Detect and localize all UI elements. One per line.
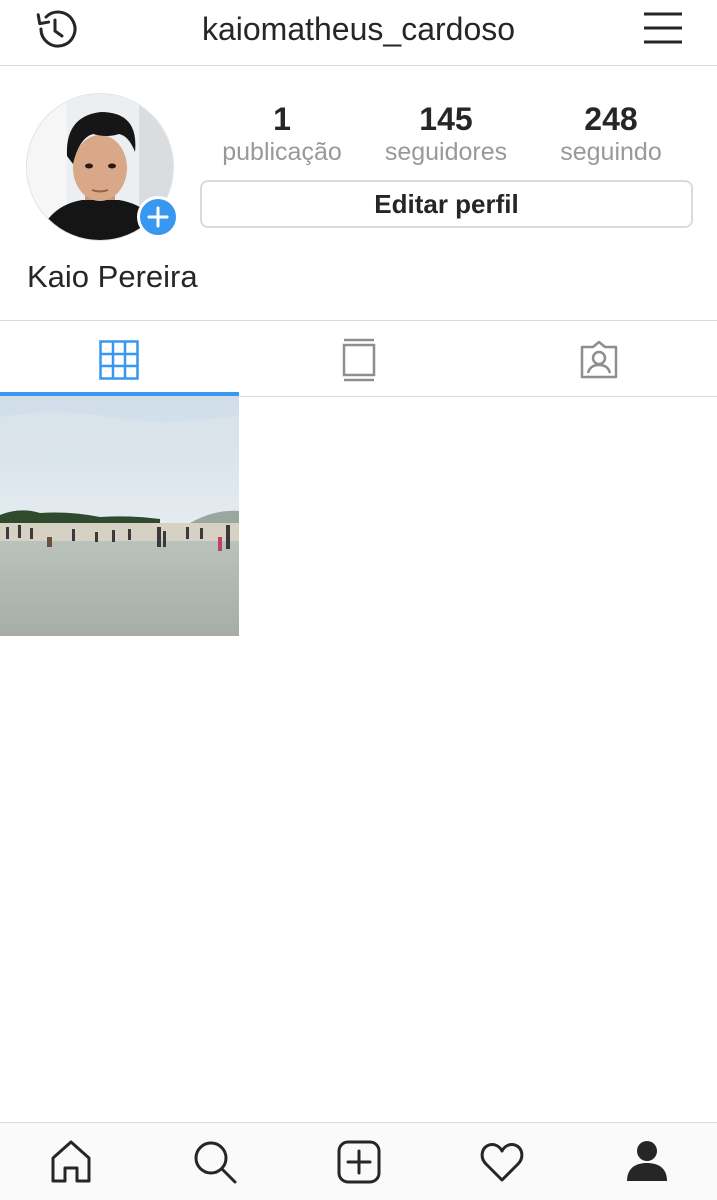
tab-feed[interactable] (239, 321, 478, 397)
stat-value: 248 (584, 101, 638, 137)
tab-grid[interactable] (0, 321, 239, 397)
heart-icon[interactable] (477, 1137, 527, 1187)
edit-profile-button[interactable]: Editar perfil (200, 180, 693, 228)
home-icon[interactable] (46, 1137, 96, 1187)
stat-value: 1 (273, 101, 291, 137)
grid-icon (99, 340, 139, 380)
stat-label: seguindo (560, 138, 662, 166)
profile-icon[interactable] (622, 1137, 672, 1187)
search-icon[interactable] (190, 1137, 240, 1187)
followers-count[interactable]: 145 seguidores (371, 100, 521, 166)
stat-label: publicação (222, 138, 342, 166)
stat-value: 145 (419, 101, 473, 137)
add-story-button[interactable] (137, 196, 179, 238)
stat-label: seguidores (384, 138, 508, 166)
hamburger-menu-icon[interactable] (640, 8, 686, 50)
add-post-icon[interactable] (334, 1137, 384, 1187)
tab-tagged[interactable] (478, 321, 717, 397)
top-bar: kaiomatheus_cardoso (0, 0, 717, 66)
tagged-photos-icon (580, 340, 618, 379)
post-thumbnail[interactable] (0, 397, 239, 636)
feed-view-icon (342, 338, 376, 382)
following-count[interactable]: 248 seguindo (536, 100, 686, 166)
profile-username: kaiomatheus_cardoso (201, 11, 516, 47)
active-tab-indicator (0, 392, 239, 396)
bottom-navigation (0, 1122, 717, 1200)
posts-count[interactable]: 1 publicação (207, 100, 357, 166)
display-name: Kaio Pereira (27, 259, 198, 294)
profile-tabs (0, 320, 717, 397)
